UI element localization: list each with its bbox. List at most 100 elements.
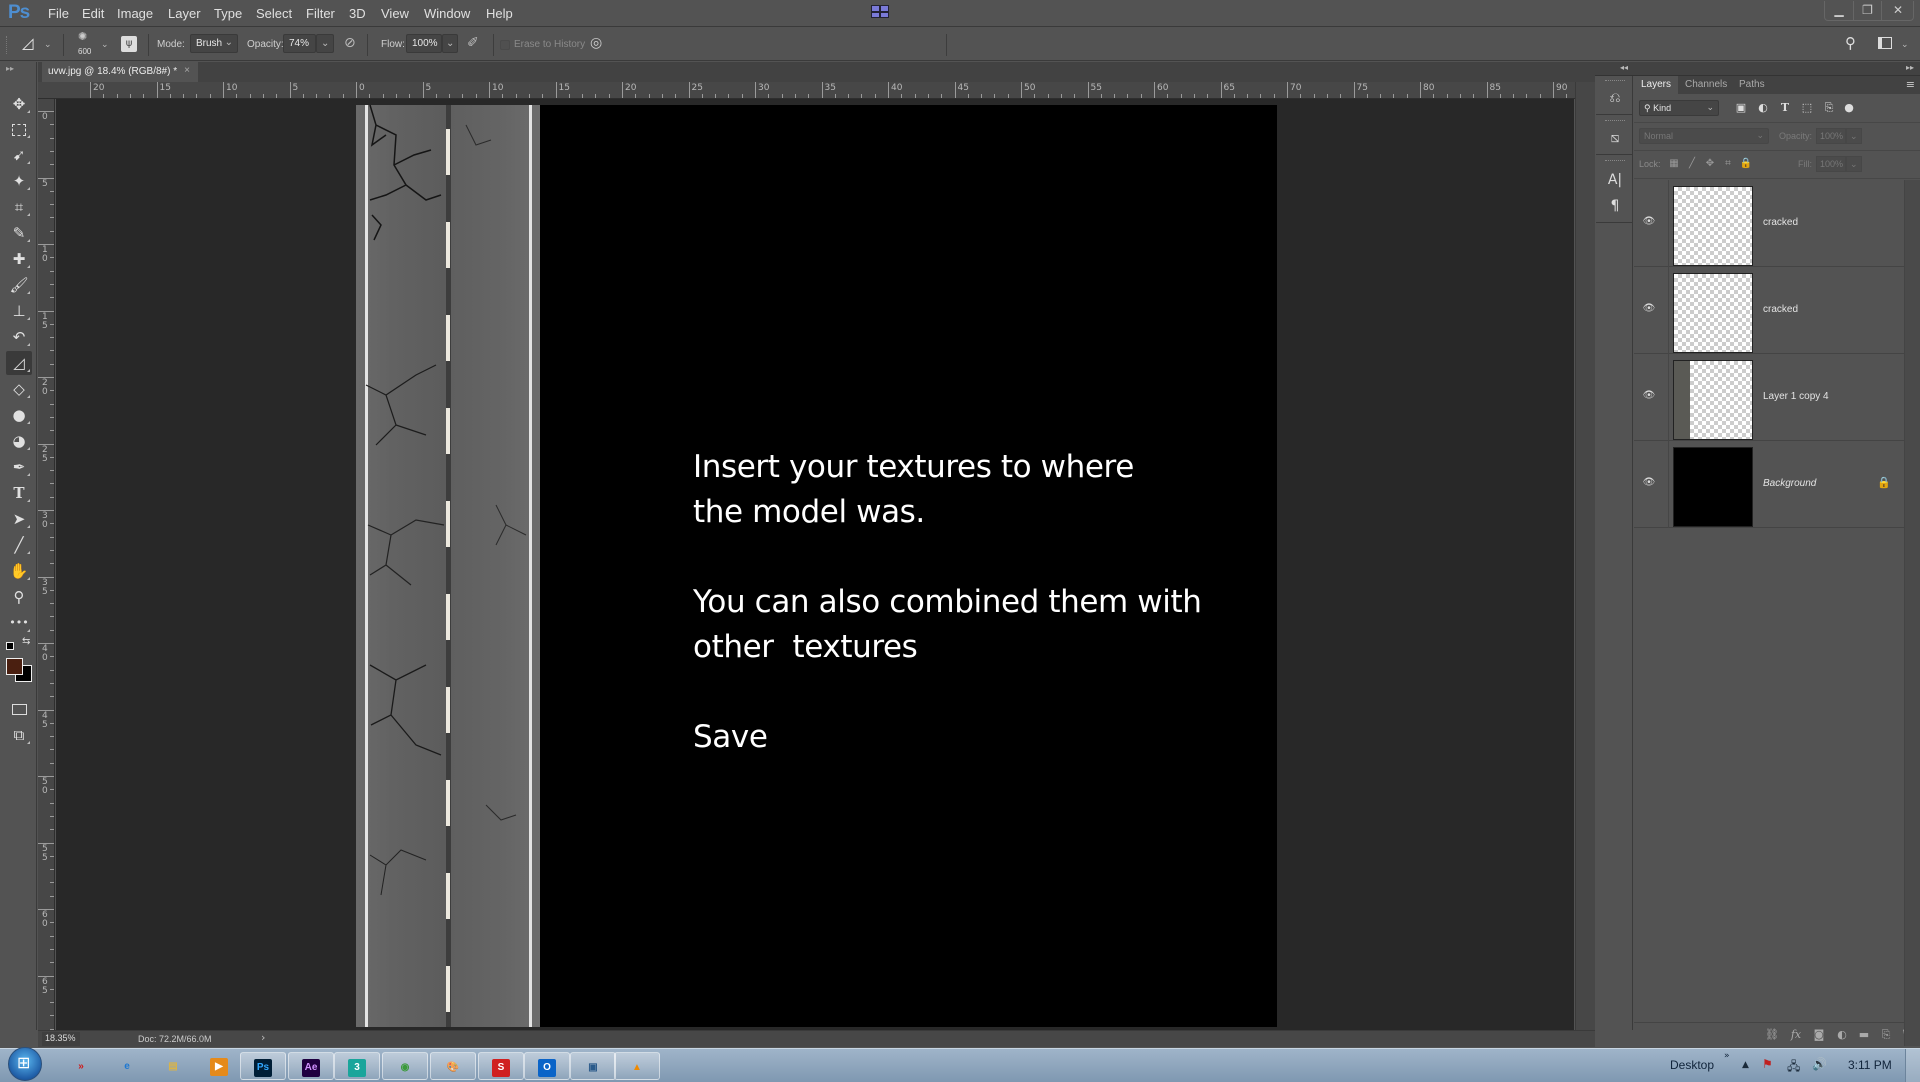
crop-tool-icon[interactable]: ⌗ xyxy=(6,195,32,219)
document-info[interactable]: Doc: 72.2M/66.0M xyxy=(138,1034,212,1044)
new-adjustment-layer-icon[interactable]: ◐ xyxy=(1834,1028,1850,1042)
show-hidden-icons-icon[interactable]: ▲ xyxy=(1742,1060,1749,1070)
path-selection-tool-icon[interactable]: ➤ xyxy=(6,507,32,531)
paint-bucket-tool-icon[interactable]: ◇ xyxy=(6,377,32,401)
canvas-area[interactable]: Insert your textures to where the model … xyxy=(56,99,1574,1030)
paragraph-panel-icon[interactable]: ¶ xyxy=(1603,194,1627,218)
history-brush-tool-icon[interactable]: ↶ xyxy=(6,325,32,349)
add-mask-icon[interactable]: ◙ xyxy=(1811,1028,1827,1042)
zoom-tool-icon[interactable]: ⚲ xyxy=(6,585,32,609)
expand-panels-icon[interactable]: ▸▸ xyxy=(1906,63,1914,72)
tab-layers[interactable]: Layers xyxy=(1634,76,1679,94)
expand-toolbar-icon[interactable]: ▸▸ xyxy=(6,64,14,73)
move-tool-icon[interactable]: ✥ xyxy=(6,92,32,116)
eraser-icon[interactable]: ◿ xyxy=(22,34,34,52)
brush-preview-icon[interactable]: ✺ xyxy=(78,30,87,43)
filter-pixel-icon[interactable]: ▣ xyxy=(1733,100,1749,116)
menu-select[interactable]: Select xyxy=(256,6,292,21)
opacity-dropdown[interactable]: ⌄ xyxy=(316,34,334,53)
lock-position-icon[interactable]: ✥ xyxy=(1703,156,1717,172)
clock[interactable]: 3:11 PM xyxy=(1848,1058,1892,1072)
minimize-button[interactable]: ▁ xyxy=(1825,1,1853,20)
layer-style-fx-icon[interactable]: fx xyxy=(1788,1028,1804,1042)
restore-button[interactable]: ❐ xyxy=(1853,1,1881,20)
new-layer-icon[interactable]: ⎘ xyxy=(1878,1028,1894,1042)
network-icon[interactable]: 🖧 xyxy=(1787,1057,1800,1078)
history-panel-icon[interactable]: ⎌ xyxy=(1603,86,1627,110)
show-desktop-button[interactable] xyxy=(1905,1049,1920,1082)
desktop-toolbar-label[interactable]: Desktop xyxy=(1670,1058,1714,1072)
menu-view[interactable]: View xyxy=(381,6,409,21)
dodge-tool-icon[interactable]: ◕ xyxy=(6,429,32,453)
start-button[interactable] xyxy=(8,1047,42,1081)
pressure-size-icon[interactable]: ◎ xyxy=(590,35,602,51)
blur-tool-icon[interactable]: ● xyxy=(6,403,32,427)
fill-input[interactable]: 100% xyxy=(1816,156,1846,172)
filter-shape-icon[interactable]: ⬚ xyxy=(1799,100,1815,116)
visibility-eye-icon[interactable]: 👁 xyxy=(1641,216,1657,228)
erase-to-history-checkbox[interactable] xyxy=(500,40,510,50)
taskbar-vlc[interactable]: ▲ xyxy=(614,1052,660,1080)
lock-artboard-icon[interactable]: ⌗ xyxy=(1721,156,1735,172)
healing-brush-tool-icon[interactable]: ✚ xyxy=(6,247,32,271)
menu-image[interactable]: Image xyxy=(117,6,153,21)
panel-grip[interactable] xyxy=(1605,80,1625,83)
close-tab-icon[interactable]: × xyxy=(184,65,190,76)
properties-panel-icon[interactable]: ⧅ xyxy=(1603,126,1627,150)
opacity-input[interactable]: 74% xyxy=(283,34,316,53)
taskbar-paint[interactable]: 🎨 xyxy=(430,1052,476,1080)
taskbar-photoshop[interactable]: Ps xyxy=(240,1052,286,1080)
foreground-color-swatch[interactable] xyxy=(6,658,23,675)
fill-dropdown[interactable]: ⌄ xyxy=(1846,156,1862,172)
taskbar-internet-explorer[interactable]: e xyxy=(104,1052,150,1080)
document-canvas[interactable]: Insert your textures to where the model … xyxy=(356,105,1277,1027)
pressure-opacity-icon[interactable]: ⊘ xyxy=(344,35,356,51)
menu-help[interactable]: Help xyxy=(486,6,513,21)
menu-edit[interactable]: Edit xyxy=(82,6,104,21)
menu-type[interactable]: Type xyxy=(214,6,242,21)
layer-opacity-dropdown[interactable]: ⌄ xyxy=(1846,128,1862,144)
workspace-monitor-icon[interactable] xyxy=(871,5,889,18)
taskbar-app-red-arrows[interactable]: » xyxy=(58,1052,104,1080)
eraser-tool-icon[interactable]: ◿ xyxy=(6,351,32,375)
menu-file[interactable]: File xyxy=(48,6,69,21)
tool-preset-chevron-icon[interactable]: ⌄ xyxy=(44,40,52,50)
close-button[interactable]: ✕ xyxy=(1881,1,1914,20)
filter-type-icon[interactable]: T xyxy=(1777,100,1793,116)
visibility-eye-icon[interactable]: 👁 xyxy=(1641,303,1657,315)
layer-row[interactable]: 👁 cracked xyxy=(1634,267,1904,354)
filter-toggle-icon[interactable]: ● xyxy=(1841,100,1857,116)
taskbar-photo-viewer[interactable]: ▣ xyxy=(570,1052,616,1080)
magic-wand-tool-icon[interactable]: ✦ xyxy=(6,169,32,193)
quick-mask-icon[interactable] xyxy=(6,697,32,721)
pen-tool-icon[interactable]: ✒ xyxy=(6,455,32,479)
new-group-icon[interactable]: ▬ xyxy=(1856,1028,1872,1042)
menu-layer[interactable]: Layer xyxy=(168,6,201,21)
layer-row[interactable]: 👁 Background 🔒 xyxy=(1634,441,1904,528)
clone-stamp-tool-icon[interactable]: ⊥ xyxy=(6,299,32,323)
status-menu-arrow-icon[interactable]: › xyxy=(261,1031,265,1044)
flow-input[interactable]: 100% xyxy=(406,34,442,53)
layers-scrollbar[interactable] xyxy=(1904,180,1920,1046)
taskbar-media-player[interactable]: ▶ xyxy=(196,1052,242,1080)
lock-all-icon[interactable]: 🔒 xyxy=(1739,156,1753,172)
brush-tool-icon[interactable]: 🖌 xyxy=(6,273,32,297)
document-tab[interactable]: uvw.jpg @ 18.4% (RGB/8#) * × xyxy=(42,62,198,83)
menu-filter[interactable]: Filter xyxy=(306,6,335,21)
more-tools-icon[interactable]: ••• xyxy=(6,611,32,635)
visibility-eye-icon[interactable]: 👁 xyxy=(1641,390,1657,402)
workspace-chevron-icon[interactable]: ⌄ xyxy=(1901,40,1909,50)
taskbar-3ds-max[interactable]: 3 xyxy=(334,1052,380,1080)
link-layers-icon[interactable]: ⛓ xyxy=(1764,1028,1780,1042)
line-tool-icon[interactable]: ╱ xyxy=(6,533,32,557)
filter-kind-select[interactable]: ⚲ Kind ⌄ xyxy=(1639,100,1719,116)
panel-grip[interactable] xyxy=(1605,160,1625,163)
type-tool-icon[interactable]: T xyxy=(6,481,32,505)
default-colors-icon[interactable] xyxy=(6,642,14,650)
layer-row[interactable]: 👁 cracked xyxy=(1634,180,1904,267)
mode-select[interactable]: Brush ⌄ xyxy=(190,34,238,53)
menu-3d[interactable]: 3D xyxy=(349,6,366,21)
taskbar-outlook[interactable]: O xyxy=(524,1052,570,1080)
brush-picker-chevron-icon[interactable]: ⌄ xyxy=(101,40,109,50)
options-grip[interactable] xyxy=(6,36,9,54)
